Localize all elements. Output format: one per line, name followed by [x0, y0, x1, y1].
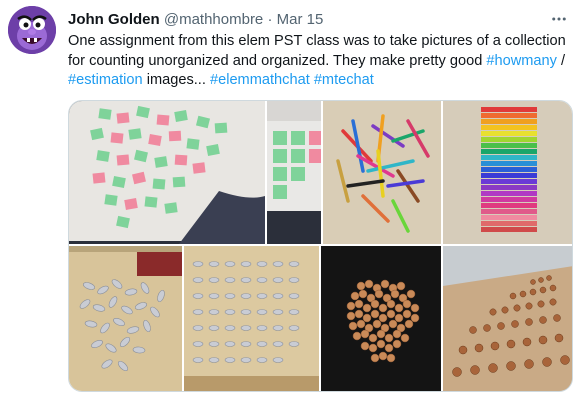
- markers-organized-image: [443, 101, 572, 244]
- photo-sticky-notes-organized[interactable]: [267, 101, 321, 244]
- images-word: images...: [142, 72, 210, 88]
- display-name[interactable]: John Golden: [68, 11, 160, 28]
- tweet-text: One assignment from this elem PST class …: [68, 32, 573, 91]
- photo-pennies-organized[interactable]: [443, 246, 572, 391]
- hashtag-elemmathchat[interactable]: #elemmathchat: [210, 72, 310, 88]
- pennies-organized-image: [443, 246, 572, 391]
- pennies-unorganized-image: [321, 246, 441, 391]
- photo-sticky-notes-unorganized[interactable]: [69, 101, 265, 244]
- slash-separator: /: [556, 52, 566, 69]
- more-dots-icon: [552, 17, 566, 21]
- tweet-header: John Golden @mathhombre · Mar 15: [68, 10, 323, 30]
- sticky-notes-unorganized-image: [69, 101, 265, 244]
- more-options-button[interactable]: [548, 8, 570, 30]
- markers-unorganized-image: [323, 101, 441, 244]
- photo-foil-pieces-unorganized[interactable]: [69, 246, 182, 391]
- avatar[interactable]: [8, 6, 56, 54]
- media-grid: [68, 100, 573, 392]
- hashtag-mtechat[interactable]: #mtechat: [314, 72, 374, 88]
- foil-pieces-unorganized-image: [69, 246, 182, 391]
- tweet-card[interactable]: John Golden @mathhombre · Mar 15 One ass…: [0, 0, 583, 400]
- photo-foil-pieces-organized[interactable]: [184, 246, 319, 391]
- hashtag-estimation[interactable]: #estimation: [68, 72, 143, 88]
- tweet-date[interactable]: Mar 15: [277, 11, 324, 28]
- hashtag-howmany[interactable]: #howmany: [486, 53, 557, 69]
- separator-dot: ·: [267, 11, 273, 28]
- count-puppet-avatar-icon: [8, 6, 56, 54]
- foil-pieces-organized-image: [184, 246, 319, 391]
- sticky-notes-organized-image: [267, 101, 321, 244]
- user-handle[interactable]: @mathhombre: [164, 11, 263, 28]
- photo-pennies-unorganized[interactable]: [321, 246, 441, 391]
- photo-markers-unorganized[interactable]: [323, 101, 441, 244]
- photo-markers-organized[interactable]: [443, 101, 572, 244]
